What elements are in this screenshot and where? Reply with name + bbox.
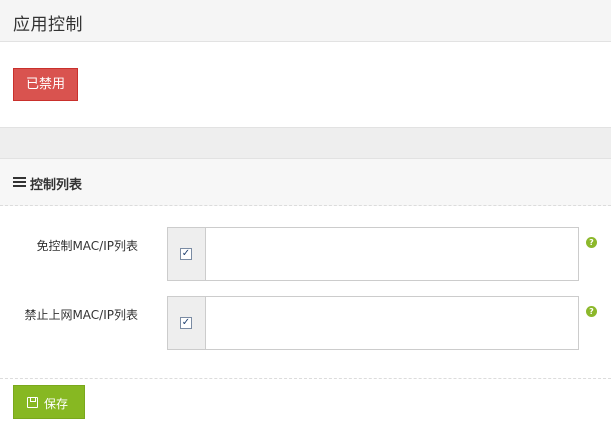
save-label: 保存: [44, 397, 69, 411]
block-list-input-group: ✓: [167, 296, 579, 350]
exempt-list-checkbox[interactable]: ✓: [180, 248, 192, 260]
block-list-textarea[interactable]: [207, 297, 578, 349]
divider: [0, 378, 611, 379]
exempt-list-input-group: ✓: [167, 227, 579, 281]
section-title: 控制列表: [30, 178, 83, 193]
question-icon[interactable]: ?: [586, 306, 597, 317]
disabled-status-button[interactable]: 已禁用: [13, 68, 78, 101]
section-separator: [0, 127, 611, 159]
section-header: 控制列表: [0, 159, 611, 206]
field-label-exempt-list: 免控制MAC/IP列表: [36, 239, 138, 253]
question-icon[interactable]: ?: [586, 237, 597, 248]
field-label-block-list: 禁止上网MAC/IP列表: [24, 308, 138, 322]
checkbox-addon: ✓: [168, 297, 206, 349]
exempt-list-textarea[interactable]: [207, 228, 578, 280]
save-icon: [27, 397, 38, 408]
save-button[interactable]: 保存: [13, 385, 85, 419]
page-title: 应用控制: [13, 15, 83, 35]
checkbox-addon: ✓: [168, 228, 206, 280]
page-header: 应用控制: [0, 0, 611, 42]
list-icon: [13, 177, 26, 188]
block-list-checkbox[interactable]: ✓: [180, 317, 192, 329]
